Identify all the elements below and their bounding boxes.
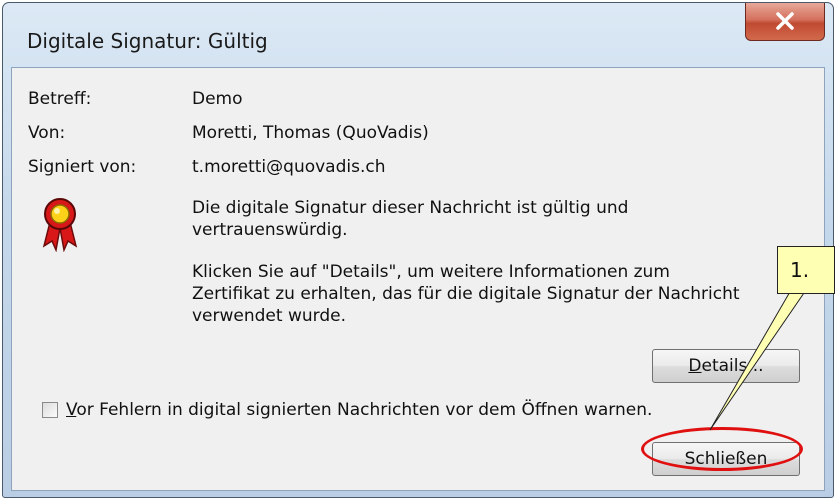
certificate-seal-icon — [42, 198, 78, 252]
message-line: Zertifikat zu erhalten, das für die digi… — [192, 284, 740, 304]
close-button[interactable]: Schließen — [652, 442, 800, 476]
details-mnemonic: D — [688, 356, 702, 376]
validity-message: Die digitale Signatur dieser Nachricht i… — [192, 197, 832, 241]
close-icon — [776, 12, 794, 30]
subject-label: Betreff: — [28, 89, 92, 109]
close-window-button[interactable] — [745, 3, 825, 41]
details-label: etails... — [701, 356, 764, 376]
signature-dialog: Digitale Signatur: Gültig Betreff: Demo … — [2, 2, 834, 498]
warn-checkbox-label[interactable]: Vor Fehlern in digital signierten Nachri… — [66, 400, 652, 420]
signed-by-label: Signiert von: — [28, 157, 137, 177]
warn-mnemonic: V — [66, 400, 77, 420]
window-title: Digitale Signatur: Gültig — [27, 29, 268, 53]
dialog-content: Betreff: Demo Von: Moretti, Thomas (QuoV… — [11, 67, 825, 491]
signed-by-value: t.moretti@quovadis.ch — [192, 157, 386, 177]
message-line: Klicken Sie auf "Details", um weitere In… — [192, 262, 670, 282]
warn-label-text: or Fehlern in digital signierten Nachric… — [76, 400, 653, 420]
message-line: Die digitale Signatur dieser Nachricht i… — [192, 198, 629, 218]
from-value: Moretti, Thomas (QuoVadis) — [192, 123, 429, 143]
from-label: Von: — [28, 123, 66, 143]
message-line: verwendet wurde. — [192, 306, 346, 326]
details-button[interactable]: Details... — [652, 349, 800, 383]
message-line: vertrauenswürdig. — [192, 220, 348, 240]
subject-value: Demo — [192, 89, 243, 109]
details-hint-message: Klicken Sie auf "Details", um weitere In… — [192, 261, 832, 327]
callout-step-label: 1. — [777, 246, 835, 294]
warn-checkbox[interactable] — [42, 402, 58, 418]
